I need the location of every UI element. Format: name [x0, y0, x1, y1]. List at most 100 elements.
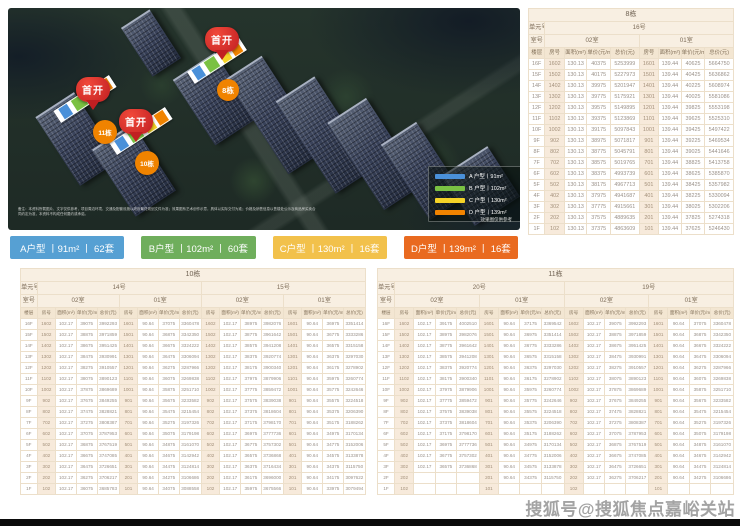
cell-value	[414, 473, 435, 484]
cell-value: 34275	[689, 473, 710, 484]
cell-value: 102.17	[414, 429, 435, 440]
cell-room-no: 1602	[37, 319, 56, 330]
cell-value: 34975	[323, 429, 344, 440]
table-row: 16F1602102.17390753992293160190.64370753…	[21, 319, 366, 330]
unit-number: 15号	[201, 282, 365, 295]
cell-value: 90.64	[499, 396, 520, 407]
cell-value: 102.17	[220, 473, 241, 484]
cell-room-no: 302	[201, 462, 220, 473]
cell-floor: 3F	[378, 462, 395, 473]
cell-value: 36275	[605, 473, 626, 484]
cell-value: 102.17	[414, 319, 435, 330]
cell-value: 35875	[689, 385, 710, 396]
cell-value: 38375	[241, 352, 262, 363]
cell-room-no: 902	[395, 396, 414, 407]
cell-value: 3242646	[541, 396, 564, 407]
cell-value: 5581086	[705, 92, 734, 103]
column-header: 房号	[201, 308, 220, 319]
cell-room-no: 1602	[564, 319, 583, 330]
cell-floor: 9F	[529, 136, 545, 147]
cell-room-no: 502	[395, 440, 414, 451]
cell-value	[457, 473, 480, 484]
cell-value: 36175	[323, 363, 344, 374]
cell-value: 102.17	[56, 374, 77, 385]
cell-value: 3992293	[97, 319, 119, 330]
cell-room-no: 1201	[283, 363, 302, 374]
cell-value: 39825	[681, 103, 705, 114]
cell-value: 90.64	[499, 330, 520, 341]
cell-value: 38825	[681, 158, 705, 169]
cell-value: 35475	[158, 407, 179, 418]
cell-value: 90.64	[138, 473, 159, 484]
cell-value: 90.64	[499, 341, 520, 352]
cell-value: 3142942	[179, 451, 201, 462]
table-row: 13F1302130.133977551759211301139.4440025…	[529, 92, 734, 103]
cell-floor: 4F	[378, 451, 395, 462]
cell-value: 102.17	[56, 352, 77, 363]
cell-value: 3828821	[626, 407, 649, 418]
cell-room-no: 602	[564, 429, 583, 440]
cell-floor: 4F	[21, 451, 38, 462]
table-row: 6F602130.13383754993739601139.4438625538…	[529, 169, 734, 180]
cell-value: 102.17	[583, 429, 604, 440]
cell-value: 34075	[158, 484, 179, 495]
cell-value: 36675	[76, 451, 97, 462]
cell-value: 35275	[689, 418, 710, 429]
cell-room-no: 801	[283, 407, 302, 418]
cell-value: 39175	[587, 125, 611, 136]
cell-value: 5441646	[705, 147, 734, 158]
table-row: 13F1302102.17384753930991130190.64364753…	[21, 352, 366, 363]
room-number: 02室	[201, 295, 283, 308]
cell-room-no: 402	[545, 191, 564, 202]
cell-value: 102.17	[414, 385, 435, 396]
cell-value: 3941208	[261, 341, 283, 352]
cell-value: 102.17	[56, 429, 77, 440]
cell-value: 36175	[241, 473, 262, 484]
column-header-floor: 楼层	[21, 308, 38, 319]
cell-value: 130.13	[564, 114, 587, 125]
cell-value: 130.13	[564, 224, 587, 235]
cell-room-no: 101	[639, 224, 658, 235]
cell-value: 3798170	[261, 418, 283, 429]
table-title: 8栋	[529, 9, 734, 22]
cell-value: 3215454	[179, 407, 201, 418]
cell-value: 3849255	[97, 396, 119, 407]
cell-value: 130.13	[564, 136, 587, 147]
cell-value: 102.17	[56, 319, 77, 330]
table-row: 7F702102.1737275380838770190.64352753197…	[21, 418, 366, 429]
cell-value: 102.17	[220, 385, 241, 396]
cell-room-no: 302	[395, 462, 414, 473]
cell-room-no: 1002	[37, 385, 56, 396]
disclaimer-text: 备注：本资料所载图片、文字仅供参考，项目周边环境、交通及配套设施以政府最终规划文…	[18, 207, 318, 217]
cell-value: 4889635	[610, 213, 639, 224]
cell-value: 3706217	[97, 473, 119, 484]
cell-room-no: 202	[395, 473, 414, 484]
cell-value: 3278902	[541, 374, 564, 385]
cell-value: 102.17	[220, 374, 241, 385]
cell-value: 102.17	[583, 407, 604, 418]
cell-value: 3088558	[179, 484, 201, 495]
cell-value: 90.64	[302, 341, 323, 352]
cell-value: 3828821	[97, 407, 119, 418]
cell-value: 4941687	[610, 191, 639, 202]
cell-value: 139.44	[659, 103, 682, 114]
cell-room-no: 1602	[201, 319, 220, 330]
table-row: 12F1202102.17382753910557120190.64362753…	[21, 363, 366, 374]
cell-value: 38475	[605, 352, 626, 363]
cell-value: 37625	[681, 224, 705, 235]
cell-value: 90.64	[302, 451, 323, 462]
cell-value: 3787953	[626, 429, 649, 440]
table-row: 5F502102.1736875376751950190.64348753161…	[21, 440, 366, 451]
table-row: 8F802130.13387755045791801139.4439025544…	[529, 147, 734, 158]
cell-value: 36575	[323, 341, 344, 352]
cell-value: 3287966	[179, 363, 201, 374]
cell-floor: 12F	[378, 363, 395, 374]
price-table-building-10: 10栋单元号14号15号室号02室01室02室01室楼层房号面积(m²)单价(元…	[20, 268, 366, 495]
cell-room-no: 701	[479, 418, 498, 429]
cell-room-no: 601	[119, 429, 138, 440]
cell-value: 3675566	[261, 484, 283, 495]
cell-value: 37675	[605, 396, 626, 407]
cell-value: 37675	[76, 396, 97, 407]
cell-value: 90.64	[668, 451, 689, 462]
cell-value: 5071817	[610, 136, 639, 147]
